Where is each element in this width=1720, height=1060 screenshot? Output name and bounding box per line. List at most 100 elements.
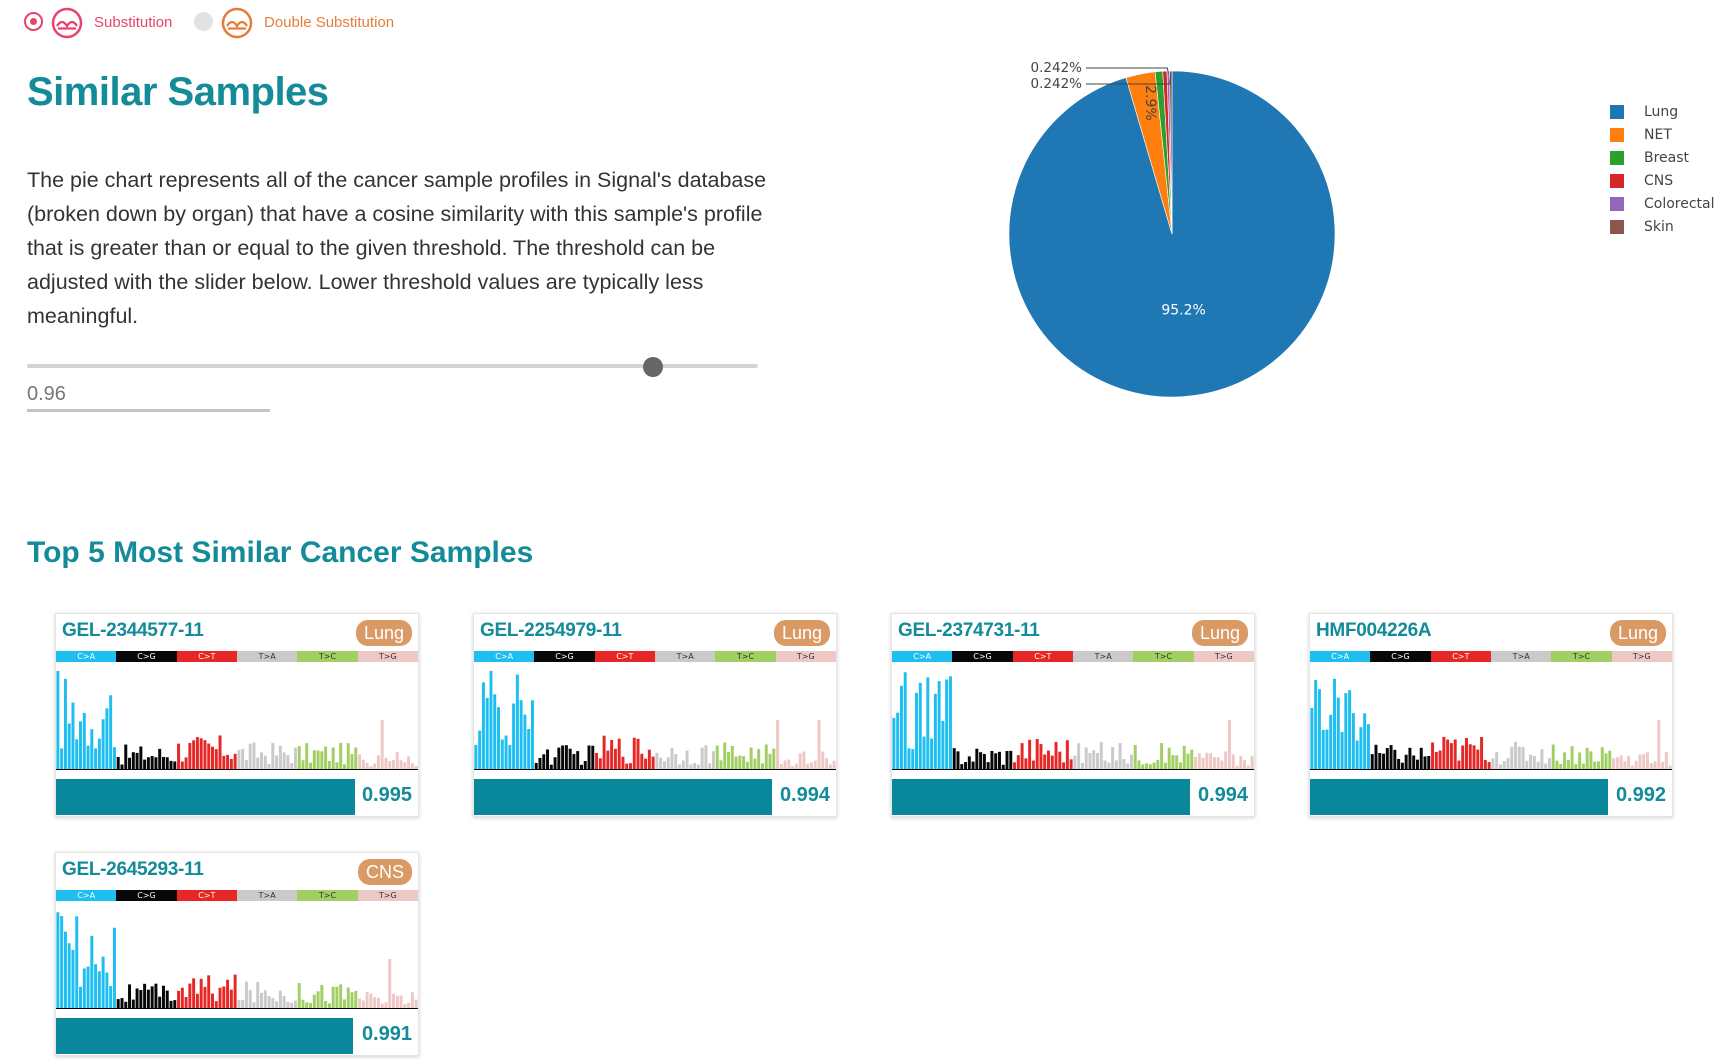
spectrum-bar: [553, 757, 557, 769]
spectrum-bar: [1243, 760, 1247, 769]
organ-badge: Lung: [773, 620, 830, 646]
sample-card[interactable]: GEL-2254979-11 Lung C>A C>G C>T T>A T>C T>G 0…: [473, 613, 837, 817]
legend-item-colorectal[interactable]: Colorectal: [1610, 195, 1720, 218]
spectrum-bar: [952, 748, 956, 769]
spectrum-bar: [150, 756, 154, 769]
spectrum-bar: [177, 743, 181, 769]
sample-card[interactable]: GEL-2344577-11 Lung C>A C>G C>T T>A T>C T>G 0…: [55, 613, 419, 817]
spectrum-bar: [1661, 761, 1665, 769]
spectrum-bar: [1171, 755, 1175, 769]
spectrum-bar: [1668, 765, 1672, 769]
spectrum-bar: [806, 763, 810, 769]
spectrum-bar: [1235, 765, 1239, 769]
spectrum-bar: [1145, 763, 1149, 769]
spectrum-bar: [832, 760, 836, 769]
spectrum-bar: [278, 990, 282, 1008]
spectrum-bar: [821, 751, 825, 769]
spectrum-bar: [757, 749, 761, 769]
spectrum-bar: [222, 986, 226, 1008]
spectrum-bar: [173, 761, 177, 769]
spectrum-bar: [749, 747, 753, 769]
sample-card[interactable]: GEL-2645293-11 CNS C>A C>G C>T T>A T>C T>G 0.…: [55, 852, 419, 1056]
spectrum-bar: [610, 740, 614, 769]
double-substitution-label[interactable]: Double Substitution: [264, 14, 394, 31]
spectrum-bar: [109, 695, 113, 769]
spectrum-bar: [1468, 744, 1472, 769]
spectrum-bar: [632, 737, 636, 769]
spectrum-bar: [60, 748, 64, 769]
spectrum-bar: [542, 754, 546, 769]
spectrum-bar: [1502, 761, 1506, 769]
spectrum-bar: [1186, 753, 1190, 769]
spectrum-bar: [226, 754, 230, 769]
spectrum-bar: [1355, 740, 1359, 769]
spectrum-bar: [579, 764, 583, 769]
spectrum-bar: [154, 983, 158, 1008]
spectrum-bar: [86, 745, 90, 769]
spectrum-bar: [1517, 746, 1521, 769]
spectrum-bar: [730, 746, 734, 769]
double-substitution-radio[interactable]: [194, 12, 213, 31]
pie-label-net: 2.9%: [1142, 85, 1158, 121]
spectrum-bar: [324, 1001, 328, 1008]
legend-item-breast[interactable]: Breast: [1610, 149, 1720, 172]
legend-item-lung[interactable]: Lung: [1610, 103, 1720, 126]
spectrum-bar: [606, 750, 610, 769]
spectrum-bar: [229, 989, 233, 1008]
spectrum-bar: [1483, 760, 1487, 769]
spectrum-bar: [327, 1003, 331, 1008]
legend-item-net[interactable]: NET: [1610, 126, 1720, 149]
spectrum-bar: [350, 992, 354, 1008]
spectrum-bar: [1209, 753, 1213, 769]
spectrum-bar: [150, 986, 154, 1008]
spectrum-bar: [369, 993, 373, 1008]
spectrum-bar: [979, 752, 983, 769]
spectrum-bar: [595, 752, 599, 769]
spectrum-bar: [86, 966, 90, 1008]
spectrum-bar: [331, 747, 335, 769]
sample-card[interactable]: HMF004226A Lung C>A C>G C>T T>A T>C T>G 0.992: [1309, 613, 1673, 817]
threshold-slider-handle[interactable]: [643, 357, 663, 377]
spectrum-bar: [1461, 745, 1465, 769]
spectrum-bar: [290, 763, 294, 769]
mutation-class-c-t: C>T: [176, 651, 237, 662]
spectrum-bar: [1058, 751, 1062, 769]
sample-card[interactable]: GEL-2374731-11 Lung C>A C>G C>T T>A T>C T>G 0…: [891, 613, 1255, 817]
spectrum-bar: [587, 745, 591, 769]
spectrum-bar: [825, 758, 829, 769]
spectrum-bar: [139, 989, 143, 1008]
spectrum-bar: [124, 1001, 128, 1008]
legend-item-cns[interactable]: CNS: [1610, 172, 1720, 195]
double-substitution-icon[interactable]: [221, 7, 253, 39]
mutation-class-t-g: T>G: [1611, 651, 1672, 662]
spectrum-bar: [1653, 761, 1657, 769]
spectrum-bar: [361, 759, 365, 769]
spectrum-bar: [135, 752, 139, 769]
spectrum-bar: [640, 753, 644, 769]
spectrum-bar: [1228, 720, 1231, 769]
substitution-icon[interactable]: [51, 7, 83, 39]
spectrum-bar: [1612, 758, 1616, 769]
spectrum-bar: [1389, 745, 1393, 769]
threshold-input[interactable]: [27, 380, 270, 412]
spectrum-bar: [1178, 762, 1182, 769]
substitution-radio[interactable]: [24, 12, 43, 31]
spectrum-bar: [305, 743, 309, 769]
legend-label: Colorectal: [1644, 196, 1715, 212]
spectrum-bar: [335, 986, 339, 1008]
spectrum-bar: [1111, 747, 1115, 769]
spectrum-bar: [101, 956, 105, 1008]
spectrum-bar: [94, 964, 98, 1008]
spectrum-bar: [1547, 758, 1551, 769]
spectrum-bar: [549, 764, 553, 769]
spectrum-bar: [745, 761, 749, 769]
mutation-class-t-c: T>C: [297, 651, 358, 662]
legend-item-skin[interactable]: Skin: [1610, 218, 1720, 241]
spectrum-bar: [75, 739, 79, 769]
spectrum-bar: [742, 756, 746, 769]
substitution-label[interactable]: Substitution: [94, 14, 172, 31]
spectrum-bar: [380, 720, 384, 769]
spectrum-bar: [828, 764, 832, 769]
description-text: The pie chart represents all of the canc…: [27, 168, 767, 328]
spectrum-bar: [1212, 757, 1216, 769]
